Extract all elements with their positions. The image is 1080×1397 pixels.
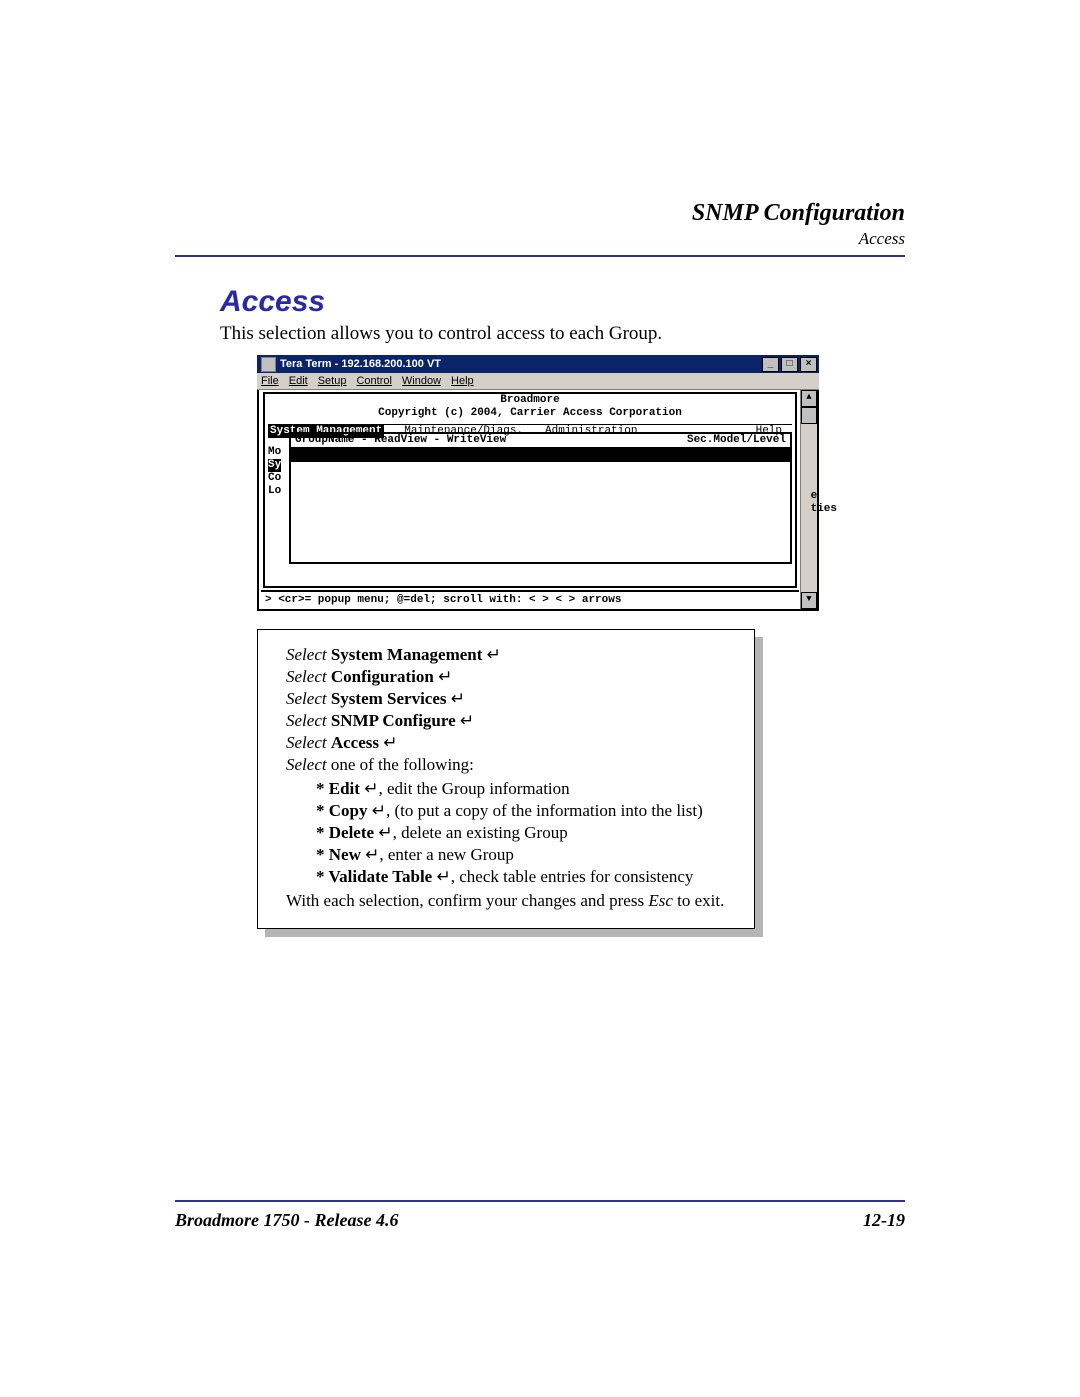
option-list: Edit ↵, edit the Group information Copy … [286, 778, 736, 888]
step-access: Select Access ↵ [286, 732, 736, 754]
tui-list-frame: GroupName - ReadView - WriteView Sec.Mod… [289, 432, 792, 564]
menu-window: Window [402, 375, 441, 387]
step-snmp: Select SNMP Configure ↵ [286, 710, 736, 732]
header-subtitle: Access [175, 229, 905, 249]
page-footer: Broadmore 1750 - Release 4.6 12-19 [175, 1210, 905, 1231]
minimize-button[interactable]: _ [762, 357, 779, 372]
page-content: SNMP Configuration Access Access This se… [175, 150, 905, 1277]
opt-new: New ↵, enter a new Group [316, 844, 736, 866]
opt-edit: Edit ↵, edit the Group information [316, 778, 736, 800]
header-title: SNMP Configuration [175, 200, 905, 227]
window-titlebar[interactable]: Tera Term - 192.168.200.100 VT _ □ × [257, 355, 819, 373]
opt-delete: Delete ↵, delete an existing Group [316, 822, 736, 844]
menu-setup: Setup [318, 375, 347, 387]
tui-right-fragment: e ties [811, 490, 837, 516]
terminal-frame: Broadmore Copyright (c) 2004, Carrier Ac… [263, 392, 797, 588]
list-header-right: Sec.Model/Level [687, 434, 786, 447]
menu-control: Control [356, 375, 391, 387]
list-header-left: GroupName - ReadView - WriteView [295, 434, 506, 447]
opt-validate: Validate Table ↵, check table entries fo… [316, 866, 736, 888]
footer-left: Broadmore 1750 - Release 4.6 [175, 1210, 398, 1231]
page-header: SNMP Configuration Access [175, 200, 905, 249]
confirm-line: With each selection, confirm your change… [286, 890, 736, 912]
step-sysserv: Select System Services ↵ [286, 688, 736, 710]
menu-file: File [261, 375, 279, 387]
banner-line2: Copyright (c) 2004, Carrier Access Corpo… [268, 407, 792, 420]
section-intro: This selection allows you to control acc… [220, 323, 905, 345]
scroll-thumb[interactable] [801, 407, 817, 424]
terminal-client: ▲ ▼ Broadmore Copyright (c) 2004, Carrie… [257, 390, 819, 611]
tui-list-header: GroupName - ReadView - WriteView Sec.Mod… [291, 434, 790, 449]
section-heading: Access [220, 285, 905, 319]
window-title: Tera Term - 192.168.200.100 VT [280, 358, 441, 370]
terminal-window: Tera Term - 192.168.200.100 VT _ □ × Fil… [257, 355, 819, 611]
tui-status-line: > <cr>= popup menu; @=del; scroll with: … [261, 590, 799, 607]
tui-side-column: Mo Sy Co Lo [268, 446, 281, 498]
step-config: Select Configuration ↵ [286, 666, 736, 688]
footer-right: 12-19 [863, 1210, 905, 1231]
menu-help: Help [451, 375, 474, 387]
instruction-box: Select System Management ↵ Select Config… [257, 629, 755, 929]
header-rule [175, 255, 905, 257]
step-oneof: Select one of the following: [286, 754, 736, 776]
scroll-up-icon[interactable]: ▲ [801, 390, 817, 407]
step-sysmgmt: Select System Management ↵ [286, 644, 736, 666]
app-menubar[interactable]: File Edit Setup Control Window Help [257, 373, 819, 390]
tui-list-selection[interactable] [291, 449, 790, 462]
opt-copy: Copy ↵, (to put a copy of the informatio… [316, 800, 736, 822]
scroll-down-icon[interactable]: ▼ [801, 592, 817, 609]
footer-rule [175, 1200, 905, 1202]
app-icon [261, 357, 276, 372]
maximize-button[interactable]: □ [781, 357, 798, 372]
banner-line1: Broadmore [268, 394, 792, 407]
close-button[interactable]: × [800, 357, 817, 372]
menu-edit: Edit [289, 375, 308, 387]
